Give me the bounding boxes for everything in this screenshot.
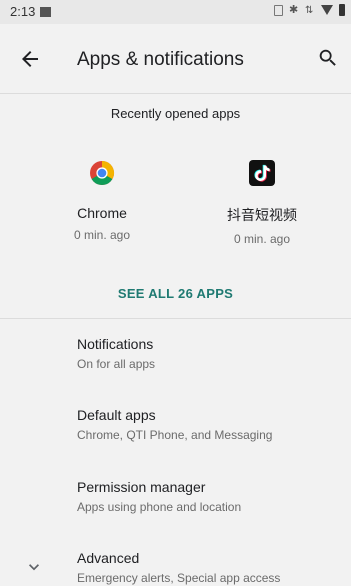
setting-summary: Chrome, QTI Phone, and Messaging (77, 428, 273, 442)
status-bar: 2:13 ✱ ⇅ (0, 0, 351, 24)
search-icon (319, 49, 336, 66)
chevron-down-icon[interactable] (24, 557, 44, 577)
sim-icon (274, 4, 283, 16)
status-time: 2:13 (10, 4, 36, 19)
see-all-apps-button[interactable]: SEE ALL 26 APPS (0, 286, 351, 301)
divider (0, 318, 351, 319)
battery-icon (339, 4, 345, 16)
app-name: Chrome (77, 205, 127, 221)
setting-title: Advanced (77, 550, 140, 566)
status-icons: ✱ ⇅ (274, 4, 345, 16)
search-button[interactable] (317, 47, 339, 69)
recent-app-tiktok[interactable]: 抖音短视频 0 min. ago (187, 160, 337, 246)
setting-title: Permission manager (77, 479, 206, 495)
wifi-icon (321, 5, 333, 15)
bluetooth-icon: ✱ (289, 3, 299, 16)
setting-title: Notifications (77, 336, 154, 352)
setting-summary: On for all apps (77, 357, 156, 371)
page-title: Apps & notifications (77, 49, 244, 70)
data-icon: ⇅ (305, 4, 314, 16)
chrome-icon (90, 161, 115, 186)
app-last-used: 0 min. ago (233, 232, 291, 246)
setting-default-apps[interactable]: Default apps Chrome, QTI Phone, and Mess… (77, 407, 347, 442)
back-button[interactable] (18, 47, 42, 71)
setting-advanced[interactable]: Advanced Emergency alerts, Special app a… (77, 550, 347, 585)
app-name: 抖音短视频 (227, 207, 297, 223)
recent-app-chrome[interactable]: Chrome 0 min. ago (27, 160, 177, 242)
setting-permission-manager[interactable]: Permission manager Apps using phone and … (77, 479, 347, 514)
app-last-used: 0 min. ago (73, 228, 131, 242)
setting-title: Default apps (77, 407, 156, 423)
recent-apps-heading: Recently opened apps (110, 106, 241, 121)
app-bar: Apps & notifications (0, 24, 351, 94)
tiktok-icon (249, 160, 275, 186)
setting-summary: Emergency alerts, Special app access (77, 571, 281, 585)
back-arrow-icon (22, 51, 38, 67)
setting-summary: Apps using phone and location (77, 500, 242, 514)
setting-notifications[interactable]: Notifications On for all apps (77, 336, 347, 371)
notification-icon (40, 7, 51, 17)
